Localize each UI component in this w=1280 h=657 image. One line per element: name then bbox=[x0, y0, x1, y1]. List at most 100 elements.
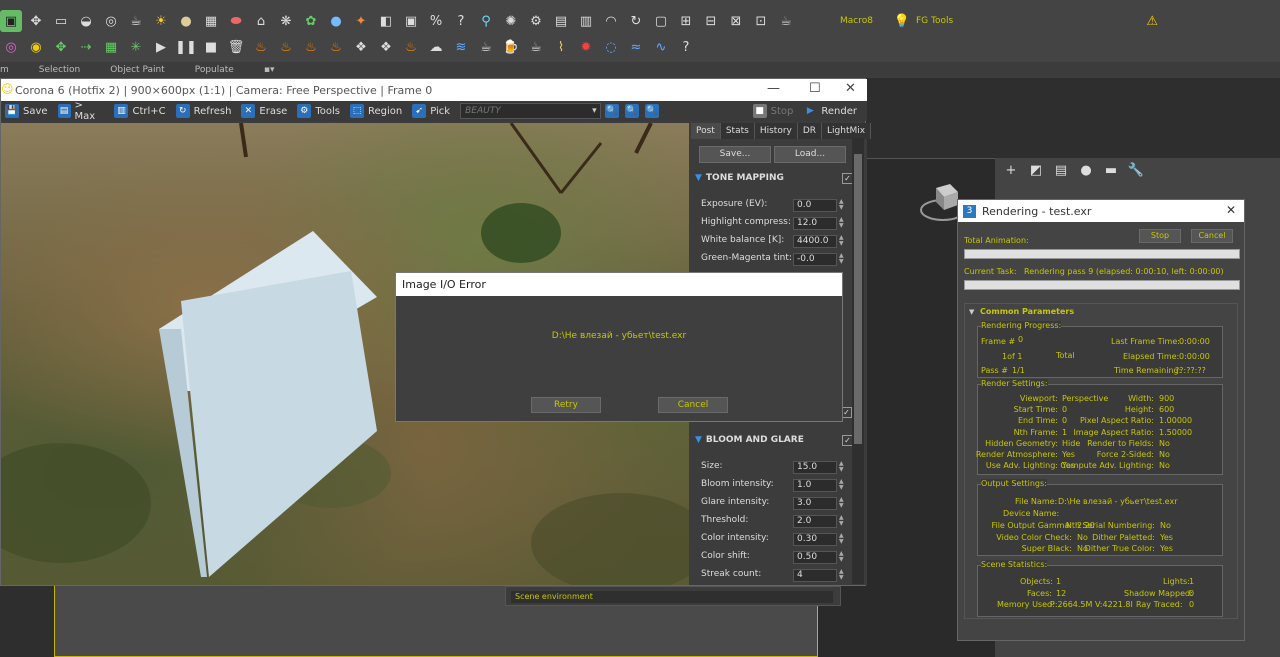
scene-environment-field[interactable]: Scene environment bbox=[511, 591, 833, 603]
tab-stats[interactable]: Stats bbox=[720, 123, 755, 139]
beer-icon[interactable]: 🍺 bbox=[500, 36, 522, 58]
wave-icon[interactable]: ∿ bbox=[650, 36, 672, 58]
material-icon[interactable]: ❋ bbox=[275, 10, 297, 32]
particle-icon[interactable]: ✳ bbox=[125, 36, 147, 58]
maximize-icon[interactable]: ☐ bbox=[809, 81, 821, 96]
highlight-compress-input[interactable]: 12.0 bbox=[793, 217, 837, 230]
render-element-select[interactable]: BEAUTY ▾ bbox=[460, 103, 601, 119]
ribbon-menu-toggle[interactable]: ▪▾ bbox=[264, 65, 275, 75]
vortex-icon[interactable]: ◌ bbox=[600, 36, 622, 58]
viewport-icon[interactable]: ▢ bbox=[650, 10, 672, 32]
sunlight-icon[interactable]: ✺ bbox=[500, 10, 522, 32]
spinner-icon[interactable]: ▲ ▼ bbox=[839, 551, 844, 563]
post-load-button[interactable]: Load... bbox=[774, 146, 846, 163]
checker-icon[interactable]: ▦ bbox=[200, 10, 222, 32]
spinner-icon[interactable]: ▲ ▼ bbox=[839, 199, 844, 211]
green-magenta-input[interactable]: -0.0 bbox=[793, 253, 837, 266]
spinner-icon[interactable]: ▲ ▼ bbox=[839, 533, 844, 545]
send-to-max-button[interactable]: ▤ > Max bbox=[57, 100, 105, 122]
bulb-icon[interactable]: 💡 bbox=[891, 10, 913, 32]
coffee-icon[interactable]: ☕ bbox=[525, 36, 547, 58]
link-icon[interactable]: ⇢ bbox=[75, 36, 97, 58]
render-stop-button[interactable]: Stop bbox=[1139, 229, 1181, 243]
schematic-icon[interactable]: ▦ bbox=[100, 36, 122, 58]
box-icon[interactable]: ▭ bbox=[50, 10, 72, 32]
gear-icon[interactable]: ⚙ bbox=[525, 10, 547, 32]
post-panel-scrollbar[interactable] bbox=[852, 138, 864, 584]
help-icon[interactable]: ? bbox=[450, 10, 472, 32]
play-icon[interactable]: ▶ bbox=[150, 36, 172, 58]
macro-label[interactable]: Macro8 bbox=[840, 16, 873, 26]
display-icon[interactable]: ▬ bbox=[1101, 163, 1121, 183]
array-icon[interactable]: ⊡ bbox=[750, 10, 772, 32]
color-intensity-input[interactable]: 0.30 bbox=[793, 533, 837, 546]
render-frame-icon[interactable]: ▣ bbox=[400, 10, 422, 32]
size-input[interactable]: 15.0 bbox=[793, 461, 837, 474]
close-icon[interactable]: ✕ bbox=[1226, 203, 1236, 217]
post-save-button[interactable]: Save... bbox=[699, 146, 771, 163]
pour-icon[interactable]: ⌇ bbox=[550, 36, 572, 58]
select-icon[interactable]: ▣ bbox=[0, 10, 22, 32]
target-icon[interactable]: ◉ bbox=[25, 36, 47, 58]
ribbon-tab-m[interactable]: m bbox=[0, 65, 9, 75]
fire-5-icon[interactable]: ♨ bbox=[400, 36, 422, 58]
refresh-button[interactable]: ↻ Refresh bbox=[175, 104, 231, 118]
ribbon-tab-object-paint[interactable]: Object Paint bbox=[110, 65, 164, 75]
capsule-icon[interactable]: ⬬ bbox=[225, 10, 247, 32]
spinner-icon[interactable]: ▲ ▼ bbox=[839, 253, 844, 265]
camera-icon[interactable]: ⌂ bbox=[250, 10, 272, 32]
common-parameters-header[interactable]: ▼ Common Parameters bbox=[966, 305, 1238, 319]
spinner-icon[interactable]: ▲ ▼ bbox=[839, 497, 844, 509]
orb-icon[interactable]: ● bbox=[325, 10, 347, 32]
trash-icon[interactable]: 🗑 bbox=[225, 36, 247, 58]
warning-icon[interactable]: ⚠ bbox=[1141, 10, 1163, 32]
tea-icon[interactable]: ☕ bbox=[775, 10, 797, 32]
fluid-icon[interactable]: ❖ bbox=[350, 36, 372, 58]
sun-icon[interactable]: ☀ bbox=[150, 10, 172, 32]
minimize-icon[interactable]: — bbox=[767, 81, 780, 96]
color-shift-input[interactable]: 0.50 bbox=[793, 551, 837, 564]
stop-button[interactable]: ■ Stop bbox=[752, 104, 793, 118]
retry-button[interactable]: Retry bbox=[531, 397, 601, 413]
tab-dr[interactable]: DR bbox=[797, 123, 823, 139]
tone-mapping-header[interactable]: ▼ TONE MAPPING ✓ bbox=[691, 170, 855, 186]
bloom-glare-header[interactable]: ▼ BLOOM AND GLARE ✓ bbox=[691, 432, 855, 448]
fire-4-icon[interactable]: ♨ bbox=[325, 36, 347, 58]
spinner-icon[interactable]: ▲ ▼ bbox=[839, 479, 844, 491]
render-cancel-button[interactable]: Cancel bbox=[1191, 229, 1233, 243]
pause-icon[interactable]: ❚❚ bbox=[175, 36, 197, 58]
copy-button[interactable]: ▥ Ctrl+C bbox=[114, 104, 166, 118]
percent-icon[interactable]: % bbox=[425, 10, 447, 32]
tools-button[interactable]: ⚙ Tools bbox=[297, 104, 340, 118]
cup-icon[interactable]: ☕ bbox=[475, 36, 497, 58]
hierarchy-icon[interactable]: ▤ bbox=[1051, 163, 1071, 183]
modify-icon[interactable]: ◩ bbox=[1026, 163, 1046, 183]
palette-icon[interactable]: ✦ bbox=[350, 10, 372, 32]
spinner-icon[interactable]: ▲ ▼ bbox=[839, 515, 844, 527]
move-icon[interactable]: ✥ bbox=[25, 10, 47, 32]
utilities-icon[interactable]: 🔧 bbox=[1126, 163, 1146, 183]
stop-icon[interactable]: ■ bbox=[200, 36, 222, 58]
zoom-in-button[interactable]: 🔍 bbox=[604, 104, 623, 118]
layer-icon[interactable]: ▥ bbox=[575, 10, 597, 32]
spinner-icon[interactable]: ▲ ▼ bbox=[839, 235, 844, 247]
ocean-icon[interactable]: ≈ bbox=[625, 36, 647, 58]
question-icon[interactable]: ? bbox=[675, 36, 697, 58]
splash-icon[interactable]: ✹ bbox=[575, 36, 597, 58]
zoom-fit-button[interactable]: 🔍 bbox=[644, 104, 663, 118]
fire-2-icon[interactable]: ♨ bbox=[275, 36, 297, 58]
snap-icon[interactable]: ⊠ bbox=[725, 10, 747, 32]
fire-icon[interactable]: ♨ bbox=[250, 36, 272, 58]
zoom-out-button[interactable]: 🔍 bbox=[624, 104, 643, 118]
pivot-icon[interactable]: ◎ bbox=[0, 36, 22, 58]
bloom-intensity-input[interactable]: 1.0 bbox=[793, 479, 837, 492]
save-button[interactable]: 💾 Save bbox=[5, 104, 48, 118]
create-icon[interactable]: + bbox=[1001, 163, 1021, 183]
region-button[interactable]: ⬚ Region bbox=[349, 104, 402, 118]
ribbon-tab-populate[interactable]: Populate bbox=[195, 65, 234, 75]
sphere-light-icon[interactable]: ● bbox=[175, 10, 197, 32]
torus-icon[interactable]: ◎ bbox=[100, 10, 122, 32]
erase-button[interactable]: ✕ Erase bbox=[241, 104, 287, 118]
mirror-icon[interactable]: ⊟ bbox=[700, 10, 722, 32]
streak-count-input[interactable]: 4 bbox=[793, 569, 837, 582]
